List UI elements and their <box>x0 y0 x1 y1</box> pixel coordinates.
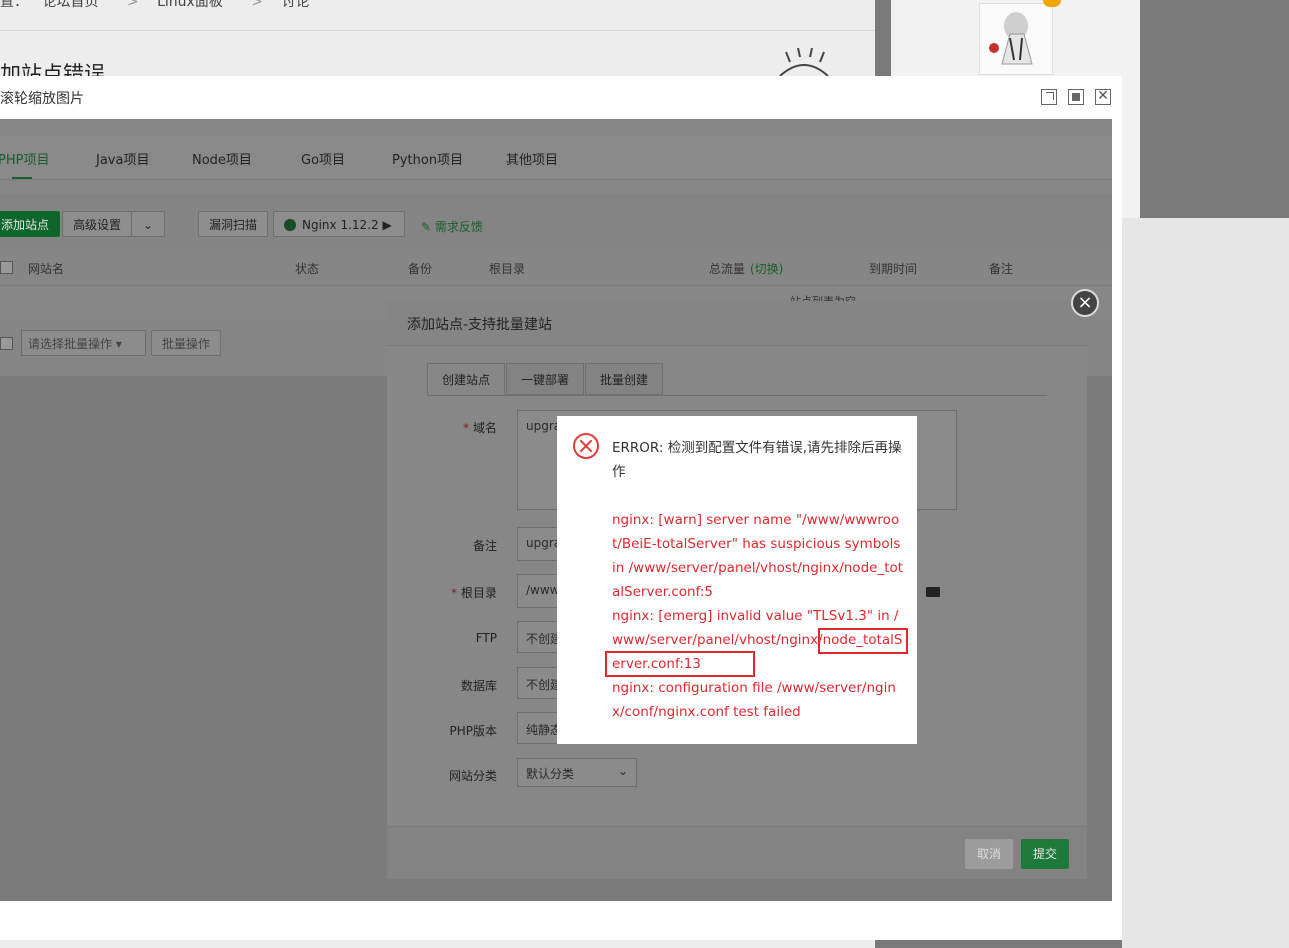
breadcrumb-home[interactable]: 论坛首页 <box>42 0 98 10</box>
batch-checkbox[interactable] <box>0 337 13 350</box>
dialog-footer: 取消 提交 <box>387 826 1087 879</box>
feedback-link[interactable]: ✎ 需求反馈 <box>421 218 483 235</box>
batch-select-placeholder: 请选择批量操作 <box>28 337 113 351</box>
tab-go[interactable]: Go项目 <box>301 149 345 168</box>
category-label: 网站分类 <box>448 769 497 783</box>
avatar-figure-icon <box>989 12 1033 65</box>
category-select[interactable]: 默认分类 ⌄ <box>517 758 637 787</box>
col-status[interactable]: 状态 <box>295 260 319 277</box>
root-label: * 根目录 <box>450 586 497 600</box>
error-icon <box>573 433 599 459</box>
tab-create-site[interactable]: 创建站点 <box>427 363 506 395</box>
batch-operate-button[interactable]: 批量操作 <box>151 330 222 356</box>
nginx-label: Nginx 1.12.2 <box>302 218 379 232</box>
maximize-icon[interactable] <box>1068 89 1084 105</box>
decoration-icon <box>779 48 829 76</box>
col-site-name[interactable]: 网站名 <box>28 260 64 277</box>
advanced-settings-button[interactable]: 高级设置 <box>62 211 133 237</box>
close-icon[interactable]: ✕ <box>1095 89 1111 105</box>
category-value: 默认分类 <box>526 767 575 781</box>
cancel-button[interactable]: 取消 <box>965 839 1013 869</box>
domain-label-text: 域名 <box>472 421 497 435</box>
dialog-header: 添加站点-支持批量建站 <box>387 301 1087 346</box>
breadcrumb: 置： 论坛首页 > Linux面板 > 讨论 <box>0 0 319 11</box>
tab-other[interactable]: 其他项目 <box>506 149 558 168</box>
nginx-icon <box>284 219 296 231</box>
divider <box>0 30 875 31</box>
select-all-checkbox[interactable] <box>0 261 13 274</box>
php-version-label: PHP版本 <box>449 724 498 738</box>
breadcrumb-separator: > <box>251 0 264 10</box>
open-new-window-icon[interactable] <box>1041 89 1057 105</box>
sidebar-strip <box>1122 218 1289 948</box>
tab-python[interactable]: Python项目 <box>392 149 463 168</box>
submit-button[interactable]: 提交 <box>1021 839 1069 869</box>
viewer-title: 滚轮缩放图片 <box>0 91 84 107</box>
error-dialog: ERROR: 检测到配置文件有错误,请先排除后再操作 nginx: [warn]… <box>557 416 917 744</box>
remark-label: 备注 <box>472 539 497 553</box>
breadcrumb-discuss[interactable]: 讨论 <box>281 0 309 10</box>
chevron-down-icon[interactable]: ⌄ <box>131 211 165 237</box>
col-traffic[interactable]: 总流量 <box>709 260 745 277</box>
dialog-tabs: 创建站点 一键部署 批量创建 <box>427 363 1047 396</box>
site-table-header: 网站名 状态 备份 根目录 总流量 (切换) 到期时间 备注 <box>0 249 1112 286</box>
tab-php[interactable]: PHP项目 <box>0 149 49 168</box>
error-line: nginx: configuration file /www/server/ng… <box>612 680 896 720</box>
col-root: 根目录 <box>489 262 526 276</box>
breadcrumb-linux-panel[interactable]: Linux面板 <box>157 0 223 10</box>
chevron-down-icon: ⌄ <box>617 764 628 778</box>
toolbar: 添加站点 高级设置 ⌄ 漏洞扫描 Nginx 1.12.2 ▶ <box>0 194 1112 248</box>
avatar[interactable] <box>979 3 1053 75</box>
project-tabs: PHP项目 Java项目 Node项目 Go项目 Python项目 其他项目 <box>0 135 1112 180</box>
error-title: ERROR: 检测到配置文件有错误,请先排除后再操作 <box>612 440 902 480</box>
database-label: 数据库 <box>460 679 497 693</box>
tab-one-click-deploy[interactable]: 一键部署 <box>506 363 585 395</box>
col-expire[interactable]: 到期时间 <box>869 260 917 277</box>
folder-icon[interactable] <box>926 587 940 597</box>
breadcrumb-separator: > <box>126 0 139 10</box>
traffic-switch-link[interactable]: (切换) <box>750 260 783 277</box>
ftp-label: FTP <box>475 631 497 645</box>
tab-node[interactable]: Node项目 <box>192 149 252 168</box>
highlight-box <box>605 651 755 677</box>
root-label-text: 根目录 <box>460 586 497 600</box>
add-site-button[interactable]: 添加站点 <box>0 211 61 237</box>
vuln-scan-button[interactable]: 漏洞扫描 <box>198 211 269 237</box>
tab-batch-create[interactable]: 批量创建 <box>585 363 664 395</box>
col-backup: 备份 <box>408 262 433 276</box>
error-details: nginx: [warn] server name "/www/wwwroot/… <box>612 508 908 724</box>
active-tab-indicator <box>12 177 32 179</box>
error-line: nginx: [warn] server name "/www/wwwroot/… <box>612 512 904 600</box>
domain-label: * 域名 <box>462 421 497 435</box>
col-remark: 备注 <box>989 262 1014 276</box>
nginx-button[interactable]: Nginx 1.12.2 ▶ <box>273 211 405 237</box>
batch-select[interactable]: 请选择批量操作 ▾ <box>21 330 146 356</box>
breadcrumb-prefix: 置： <box>0 0 28 10</box>
close-icon[interactable]: × <box>1071 289 1099 317</box>
tab-java[interactable]: Java项目 <box>96 149 149 168</box>
dialog-title: 添加站点-支持批量建站 <box>407 317 553 333</box>
feedback-label: 需求反馈 <box>434 220 483 234</box>
highlight-box <box>818 628 908 654</box>
